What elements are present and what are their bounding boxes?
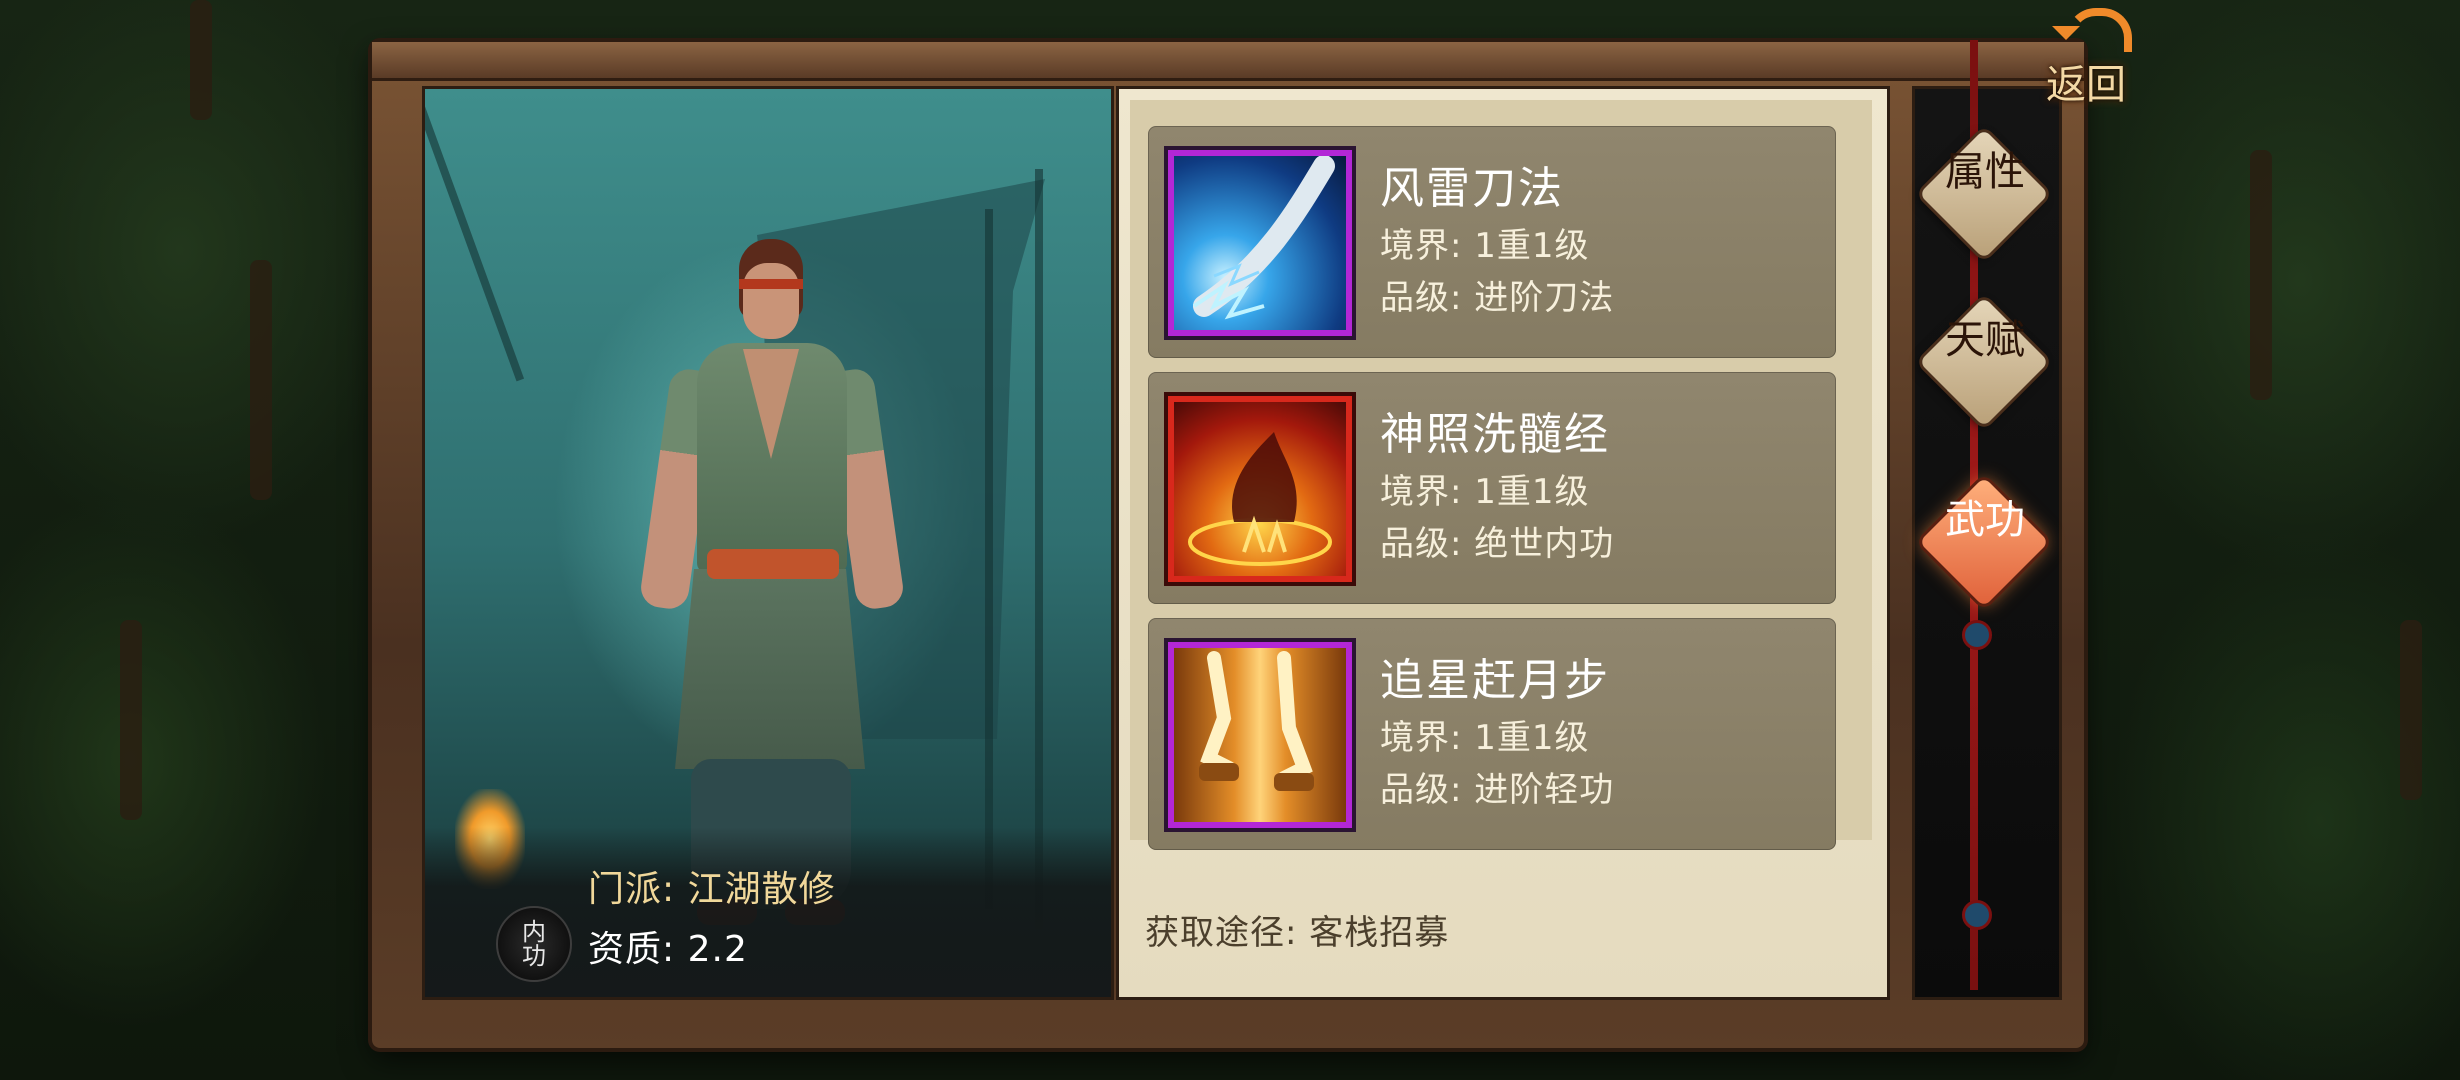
character-robe <box>675 569 865 769</box>
bamboo-stalk <box>425 96 525 382</box>
cord-knot <box>1962 900 1992 930</box>
golden-steps-art <box>1199 651 1314 791</box>
flame-meditation-icon <box>1168 396 1352 582</box>
sect-label: 门派: <box>588 869 676 910</box>
tree-trunk <box>250 260 272 500</box>
character-belt <box>707 549 839 579</box>
golden-steps-icon <box>1168 642 1352 828</box>
grade-label: 品级: <box>1380 524 1463 564</box>
character-head <box>743 263 799 339</box>
tab-talents-label: 天赋 <box>1930 318 2040 362</box>
badge-label: 内功 <box>522 918 546 970</box>
skill-realm: 境界: 1重1级 <box>1380 710 1590 759</box>
aptitude-line: 资质: 2.2 <box>588 920 748 972</box>
sect-line: 门派: 江湖散修 <box>588 860 836 912</box>
realm-value: 1重1级 <box>1474 472 1590 512</box>
skill-name: 风雷刀法 <box>1380 163 1564 214</box>
realm-label: 境界: <box>1380 472 1463 512</box>
tree-trunk <box>2250 150 2272 400</box>
grade-value: 进阶刀法 <box>1474 278 1615 318</box>
grade-label: 品级: <box>1380 278 1463 318</box>
grade-label: 品级: <box>1380 770 1463 810</box>
frame-top-rail <box>372 42 2084 81</box>
realm-label: 境界: <box>1380 226 1463 266</box>
tree-trunk <box>120 620 142 820</box>
inner-skill-badge-icon: 内功 <box>496 906 572 982</box>
lightning-blade-art <box>1192 156 1335 320</box>
skill-name: 追星赶月步 <box>1380 655 1610 706</box>
skill-grade: 品级: 绝世内功 <box>1380 516 1614 565</box>
realm-label: 境界: <box>1380 718 1463 758</box>
aptitude-value: 2.2 <box>687 929 748 970</box>
cord-knot <box>1962 620 1992 650</box>
acquisition-source: 获取途径: 客栈招募 <box>1145 913 1450 953</box>
tree-trunk <box>2400 620 2422 800</box>
tree-trunk <box>190 0 212 120</box>
tab-martial-arts-label: 武功 <box>1930 498 2040 542</box>
skill-realm: 境界: 1重1级 <box>1380 464 1590 513</box>
bamboo-stalk <box>1035 169 1043 929</box>
skill-grade: 品级: 进阶刀法 <box>1380 270 1614 319</box>
tab-martial-arts-text: 武功 <box>1945 497 2025 543</box>
realm-value: 1重1级 <box>1474 718 1590 758</box>
skill-card-2[interactable]: 神照洗髓经 境界: 1重1级 品级: 绝世内功 <box>1148 372 1836 604</box>
back-arrow-icon <box>2066 8 2132 52</box>
tab-attributes-text: 属性 <box>1945 149 2025 195</box>
skill-card-3[interactable]: 追星赶月步 境界: 1重1级 品级: 进阶轻功 <box>1148 618 1836 850</box>
back-button[interactable]: 返回 <box>2026 8 2146 116</box>
skill-card-1[interactable]: 风雷刀法 境界: 1重1级 品级: 进阶刀法 <box>1148 126 1836 358</box>
bamboo-stalk <box>985 209 993 909</box>
skill-name: 神照洗髓经 <box>1380 409 1610 460</box>
tab-attributes-label: 属性 <box>1930 150 2040 194</box>
tab-talents-text: 天赋 <box>1945 317 2025 363</box>
flame-meditation-art <box>1188 432 1332 566</box>
aptitude-label: 资质: <box>588 929 676 970</box>
grade-value: 绝世内功 <box>1474 524 1615 564</box>
skill-grade: 品级: 进阶轻功 <box>1380 762 1614 811</box>
sect-value: 江湖散修 <box>687 869 836 910</box>
lightning-blade-icon <box>1168 150 1352 336</box>
character-headband <box>739 279 803 289</box>
back-label: 返回 <box>2046 62 2126 108</box>
grade-value: 进阶轻功 <box>1474 770 1615 810</box>
realm-value: 1重1级 <box>1474 226 1590 266</box>
skill-realm: 境界: 1重1级 <box>1380 218 1590 267</box>
